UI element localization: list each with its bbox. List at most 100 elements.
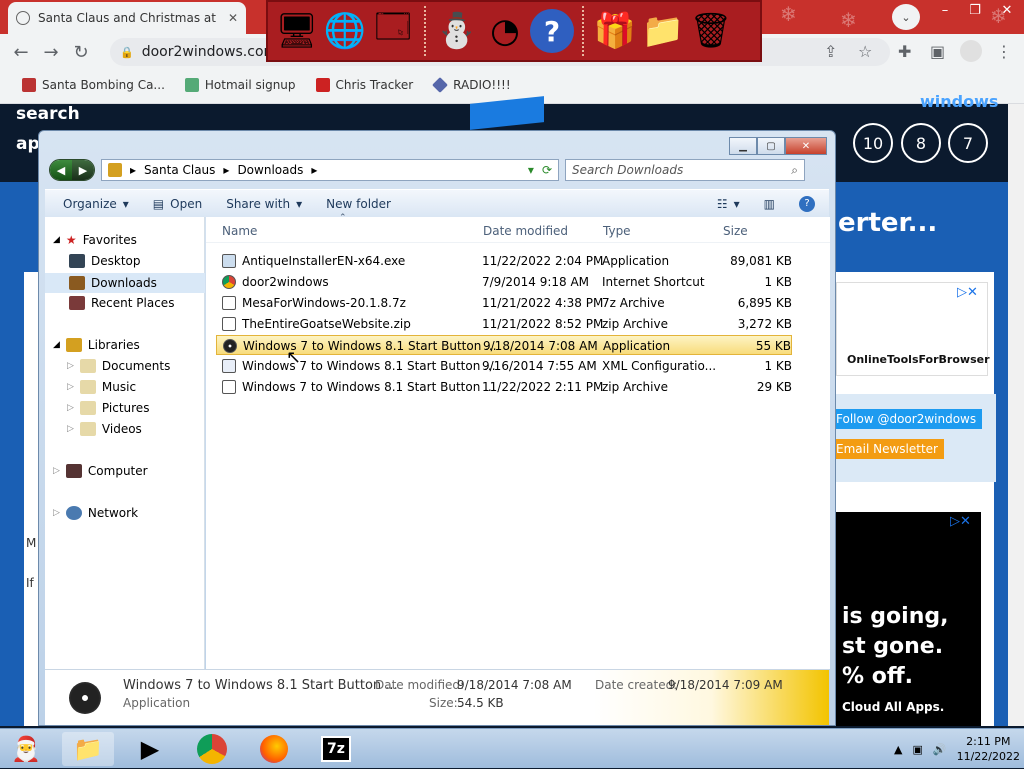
taskbar-7zip[interactable]: 7z <box>310 732 362 766</box>
sidepanel-icon[interactable]: ▣ <box>930 42 945 61</box>
newsletter-button[interactable]: Email Newsletter <box>830 439 944 459</box>
pie-chart-icon[interactable]: ◔ <box>482 8 528 54</box>
bookmark-radio[interactable]: RADIO!!!! <box>425 77 519 93</box>
open-button[interactable]: ▤ Open <box>153 197 202 211</box>
column-size[interactable]: Size <box>723 224 748 238</box>
nav-network[interactable]: ▷ Network <box>53 506 138 520</box>
breadcrumb-santa-claus[interactable]: Santa Claus <box>144 163 215 177</box>
windows-7-link[interactable]: 7 <box>948 123 988 163</box>
menu-icon[interactable]: ⋮ <box>996 42 1012 61</box>
file-row[interactable]: Windows 7 to Windows 8.1 Start Button ..… <box>216 356 792 376</box>
advertisement-box[interactable]: ▷✕ OnlineToolsForBrowser <box>836 282 990 376</box>
nav-recent-places[interactable]: Recent Places <box>69 296 174 310</box>
file-row-selected[interactable]: Windows 7 to Windows 8.1 Start Button ..… <box>216 335 792 355</box>
nav-documents[interactable]: ▷ Documents <box>67 359 170 373</box>
expand-icon: ◢ <box>53 340 60 350</box>
nav-downloads[interactable]: Downloads <box>45 273 205 293</box>
explorer-forward-button[interactable]: ▶ <box>72 160 94 180</box>
network-tray-icon[interactable]: ▣ <box>912 743 922 756</box>
restore-button[interactable]: ❐ <box>960 0 990 20</box>
preview-pane-button[interactable]: ▥ <box>764 197 775 211</box>
column-type[interactable]: Type <box>603 224 631 238</box>
breadcrumb-downloads[interactable]: Downloads <box>237 163 303 177</box>
nav-videos[interactable]: ▷ Videos <box>67 422 142 436</box>
file-row[interactable]: MesaForWindows-20.1.8.7z 11/21/2022 4:38… <box>216 293 792 313</box>
file-row[interactable]: AntiqueInstallerEN-x64.exe 11/22/2022 2:… <box>216 251 792 271</box>
globe-icon[interactable]: 🌐 <box>322 8 368 54</box>
breadcrumb-separator: ▸ <box>130 163 137 177</box>
column-date-modified[interactable]: Date modified <box>483 224 568 238</box>
control-panel-icon[interactable]: 🗔 <box>370 7 416 54</box>
view-options-button[interactable]: ☷ ▾ <box>717 197 740 211</box>
explorer-minimize-button[interactable]: ▁ <box>729 137 757 155</box>
close-tab-icon[interactable]: ✕ <box>228 11 238 25</box>
column-name[interactable]: Name <box>222 224 257 238</box>
computer-icon <box>65 464 82 478</box>
gift-icon[interactable]: 🎁 <box>592 8 638 54</box>
taskbar-media-player[interactable]: ▶ <box>124 732 176 766</box>
bookmark-chris-tracker[interactable]: Chris Tracker <box>308 78 422 92</box>
start-button[interactable]: 🎅 <box>0 732 52 766</box>
globe-icon <box>16 11 30 25</box>
santa-computer-icon[interactable]: 🖥 <box>274 8 320 54</box>
file-row[interactable]: door2windows 7/9/2014 9:18 AM Internet S… <box>216 272 792 292</box>
share-with-button[interactable]: Share with ▾ <box>226 197 302 211</box>
disc-icon <box>223 339 237 353</box>
help-icon: ? <box>799 195 815 212</box>
refresh-icon[interactable]: ⟳ <box>542 163 552 177</box>
taskbar-firefox[interactable] <box>248 732 300 766</box>
nav-music[interactable]: ▷ Music <box>67 380 136 394</box>
explorer-address-bar[interactable]: ▸ Santa Claus ▸ Downloads ▸ ▾ ⟳ <box>101 159 559 181</box>
close-button[interactable]: ✕ <box>992 0 1022 20</box>
hotmail-favicon-icon <box>184 78 199 92</box>
bookmark-santa-bombing[interactable]: Santa Bombing Ca... <box>14 78 173 92</box>
bookmark-star-icon[interactable]: ☆ <box>858 42 872 61</box>
nav-libraries[interactable]: ◢ Libraries <box>53 338 140 352</box>
file-row[interactable]: Windows 7 to Windows 8.1 Start Button ..… <box>216 377 792 397</box>
ad-close-icon[interactable]: ▷✕ <box>957 285 978 300</box>
explorer-maximize-button[interactable]: ▢ <box>757 137 785 155</box>
volume-icon[interactable]: 🔊 <box>933 743 947 756</box>
minimize-button[interactable]: – <box>930 0 960 20</box>
address-dropdown-icon[interactable]: ▾ <box>528 163 534 177</box>
clock[interactable]: 2:11 PM 11/22/2022 <box>957 734 1020 764</box>
forward-button[interactable]: → <box>36 37 66 67</box>
show-hidden-icons-icon[interactable]: ▲ <box>894 743 902 756</box>
windows-8-link[interactable]: 8 <box>901 123 941 163</box>
page-ap-text: ap <box>16 134 40 154</box>
advertisement-video[interactable]: ▷✕ is going, st gone. % off. Cloud All A… <box>836 512 981 726</box>
tab-santa-claus[interactable]: Santa Claus and Christmas at the ✕ <box>8 2 246 34</box>
nav-desktop[interactable]: Desktop <box>69 254 141 268</box>
nav-computer[interactable]: ▷ Computer <box>53 464 148 478</box>
folder-icon[interactable]: 📁 <box>640 8 686 54</box>
share-icon[interactable]: ⇪ <box>824 42 837 61</box>
detail-filetype: Application <box>123 696 191 710</box>
back-button[interactable]: ← <box>6 37 36 67</box>
file-row[interactable]: TheEntireGoatseWebsite.zip 11/21/2022 8:… <box>216 314 792 334</box>
explorer-search-input[interactable]: Search Downloads ⌕ <box>565 159 805 181</box>
windows-10-link[interactable]: 10 <box>853 123 893 163</box>
recycle-bin-icon[interactable]: 🗑 <box>688 8 734 54</box>
help-icon[interactable]: ? <box>530 9 574 53</box>
explorer-back-button[interactable]: ◀ <box>50 160 72 180</box>
extensions-icon[interactable]: ✚ <box>898 42 911 61</box>
reload-button[interactable]: ↻ <box>66 37 96 67</box>
ad-close-icon[interactable]: ▷✕ <box>950 514 971 529</box>
page-scrollbar[interactable] <box>1008 104 1024 726</box>
tab-search-button[interactable]: ⌄ <box>892 4 920 30</box>
taskbar-explorer[interactable]: 📁 <box>62 732 114 766</box>
organize-button[interactable]: Organize ▾ <box>63 197 129 211</box>
snowman-icon[interactable]: ⛄ <box>434 8 480 54</box>
detail-filename: Windows 7 to Windows 8.1 Start Button ..… <box>123 678 398 693</box>
bookmark-hotmail[interactable]: Hotmail signup <box>177 78 304 92</box>
nav-pictures[interactable]: ▷ Pictures <box>67 401 149 415</box>
new-folder-button[interactable]: New folder <box>326 197 391 211</box>
nav-favorites[interactable]: ◢ ★ Favorites <box>53 233 137 247</box>
explorer-close-button[interactable]: ✕ <box>785 137 827 155</box>
help-button[interactable]: ? <box>799 195 815 212</box>
profile-avatar[interactable] <box>960 40 982 62</box>
taskbar-chrome[interactable] <box>186 732 238 766</box>
archive-icon <box>222 317 236 331</box>
page-search-text[interactable]: search <box>16 104 80 124</box>
follow-button[interactable]: Follow @door2windows <box>830 409 983 429</box>
